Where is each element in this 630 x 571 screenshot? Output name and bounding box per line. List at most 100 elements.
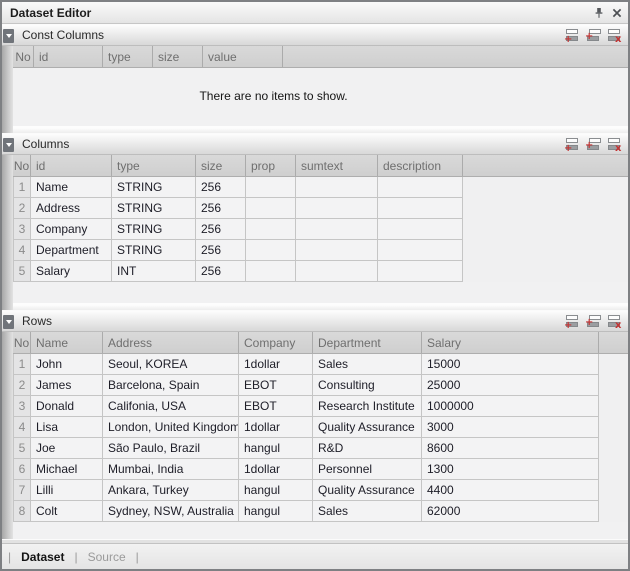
- cell[interactable]: [296, 261, 378, 282]
- cell[interactable]: Quality Assurance: [313, 480, 422, 501]
- pin-icon[interactable]: [592, 6, 606, 20]
- column-header-salary[interactable]: Salary: [422, 332, 599, 353]
- tab-source[interactable]: Source: [79, 550, 135, 564]
- column-header-name[interactable]: Name: [31, 332, 103, 353]
- row-number[interactable]: 2: [13, 198, 31, 219]
- cell[interactable]: Barcelona, Spain: [103, 375, 239, 396]
- column-header-department[interactable]: Department: [313, 332, 422, 353]
- row-number[interactable]: 3: [13, 396, 31, 417]
- row-number[interactable]: 8: [13, 501, 31, 522]
- row-number[interactable]: 1: [13, 177, 31, 198]
- row-number[interactable]: 5: [13, 261, 31, 282]
- cell[interactable]: hangul: [239, 438, 313, 459]
- cell[interactable]: Mumbai, India: [103, 459, 239, 480]
- column-header-prop[interactable]: prop: [246, 155, 296, 176]
- cell[interactable]: London, United Kingdom: [103, 417, 239, 438]
- cell[interactable]: STRING: [112, 219, 196, 240]
- cell[interactable]: Salary: [31, 261, 112, 282]
- cell[interactable]: 256: [196, 219, 246, 240]
- cell[interactable]: STRING: [112, 198, 196, 219]
- cell[interactable]: São Paulo, Brazil: [103, 438, 239, 459]
- cell[interactable]: 1dollar: [239, 354, 313, 375]
- cell[interactable]: EBOT: [239, 375, 313, 396]
- add-row-button[interactable]: +: [564, 314, 579, 329]
- cell[interactable]: 1300: [422, 459, 599, 480]
- cell[interactable]: Joe: [31, 438, 103, 459]
- cell[interactable]: [378, 219, 463, 240]
- tab-dataset[interactable]: Dataset: [12, 550, 73, 564]
- cell[interactable]: [378, 261, 463, 282]
- cell[interactable]: 25000: [422, 375, 599, 396]
- add-row-button[interactable]: +: [564, 28, 579, 43]
- cell[interactable]: John: [31, 354, 103, 375]
- insert-row-button[interactable]: +: [585, 28, 600, 43]
- cell[interactable]: STRING: [112, 177, 196, 198]
- collapse-button[interactable]: [3, 138, 14, 152]
- cell[interactable]: [296, 219, 378, 240]
- cell[interactable]: [296, 240, 378, 261]
- column-header-sumtext[interactable]: sumtext: [296, 155, 378, 176]
- cell[interactable]: [378, 177, 463, 198]
- column-header-company[interactable]: Company: [239, 332, 313, 353]
- column-header-type[interactable]: type: [103, 46, 153, 67]
- cell[interactable]: 256: [196, 261, 246, 282]
- cell[interactable]: Personnel: [313, 459, 422, 480]
- cell[interactable]: Name: [31, 177, 112, 198]
- cell[interactable]: Department: [31, 240, 112, 261]
- row-number[interactable]: 4: [13, 417, 31, 438]
- cell[interactable]: Lisa: [31, 417, 103, 438]
- cell[interactable]: hangul: [239, 480, 313, 501]
- cell[interactable]: R&D: [313, 438, 422, 459]
- cell[interactable]: 1000000: [422, 396, 599, 417]
- close-icon[interactable]: [610, 6, 624, 20]
- cell[interactable]: [246, 219, 296, 240]
- cell[interactable]: [246, 177, 296, 198]
- column-header-description[interactable]: description: [378, 155, 463, 176]
- column-header-no[interactable]: No: [13, 155, 31, 176]
- cell[interactable]: [296, 198, 378, 219]
- cell[interactable]: STRING: [112, 240, 196, 261]
- cell[interactable]: Research Institute: [313, 396, 422, 417]
- cell[interactable]: [246, 198, 296, 219]
- column-header-address[interactable]: Address: [103, 332, 239, 353]
- cell[interactable]: [378, 240, 463, 261]
- row-number[interactable]: 4: [13, 240, 31, 261]
- cell[interactable]: 1dollar: [239, 459, 313, 480]
- cell[interactable]: Sales: [313, 501, 422, 522]
- column-header-type[interactable]: type: [112, 155, 196, 176]
- cell[interactable]: Lilli: [31, 480, 103, 501]
- cell[interactable]: Sydney, NSW, Australia: [103, 501, 239, 522]
- column-header-no[interactable]: No: [13, 46, 34, 67]
- cell[interactable]: Donald: [31, 396, 103, 417]
- cell[interactable]: 256: [196, 177, 246, 198]
- cell[interactable]: Company: [31, 219, 112, 240]
- cell[interactable]: Ankara, Turkey: [103, 480, 239, 501]
- cell[interactable]: 4400: [422, 480, 599, 501]
- insert-row-button[interactable]: +: [585, 137, 600, 152]
- cell[interactable]: [246, 240, 296, 261]
- cell[interactable]: Michael: [31, 459, 103, 480]
- row-number[interactable]: 7: [13, 480, 31, 501]
- cell[interactable]: 256: [196, 240, 246, 261]
- cell[interactable]: 15000: [422, 354, 599, 375]
- column-header-size[interactable]: size: [153, 46, 203, 67]
- cell[interactable]: Quality Assurance: [313, 417, 422, 438]
- column-header-id[interactable]: id: [34, 46, 103, 67]
- cell[interactable]: 256: [196, 198, 246, 219]
- delete-row-button[interactable]: x: [606, 137, 621, 152]
- cell[interactable]: 62000: [422, 501, 599, 522]
- row-number[interactable]: 5: [13, 438, 31, 459]
- cell[interactable]: EBOT: [239, 396, 313, 417]
- cell[interactable]: Sales: [313, 354, 422, 375]
- row-number[interactable]: 3: [13, 219, 31, 240]
- cell[interactable]: Seoul, KOREA: [103, 354, 239, 375]
- cell[interactable]: 3000: [422, 417, 599, 438]
- cell[interactable]: [378, 198, 463, 219]
- cell[interactable]: Address: [31, 198, 112, 219]
- insert-row-button[interactable]: +: [585, 314, 600, 329]
- cell[interactable]: 1dollar: [239, 417, 313, 438]
- collapse-button[interactable]: [3, 29, 14, 43]
- cell[interactable]: hangul: [239, 501, 313, 522]
- cell[interactable]: [296, 177, 378, 198]
- column-header-id[interactable]: id: [31, 155, 112, 176]
